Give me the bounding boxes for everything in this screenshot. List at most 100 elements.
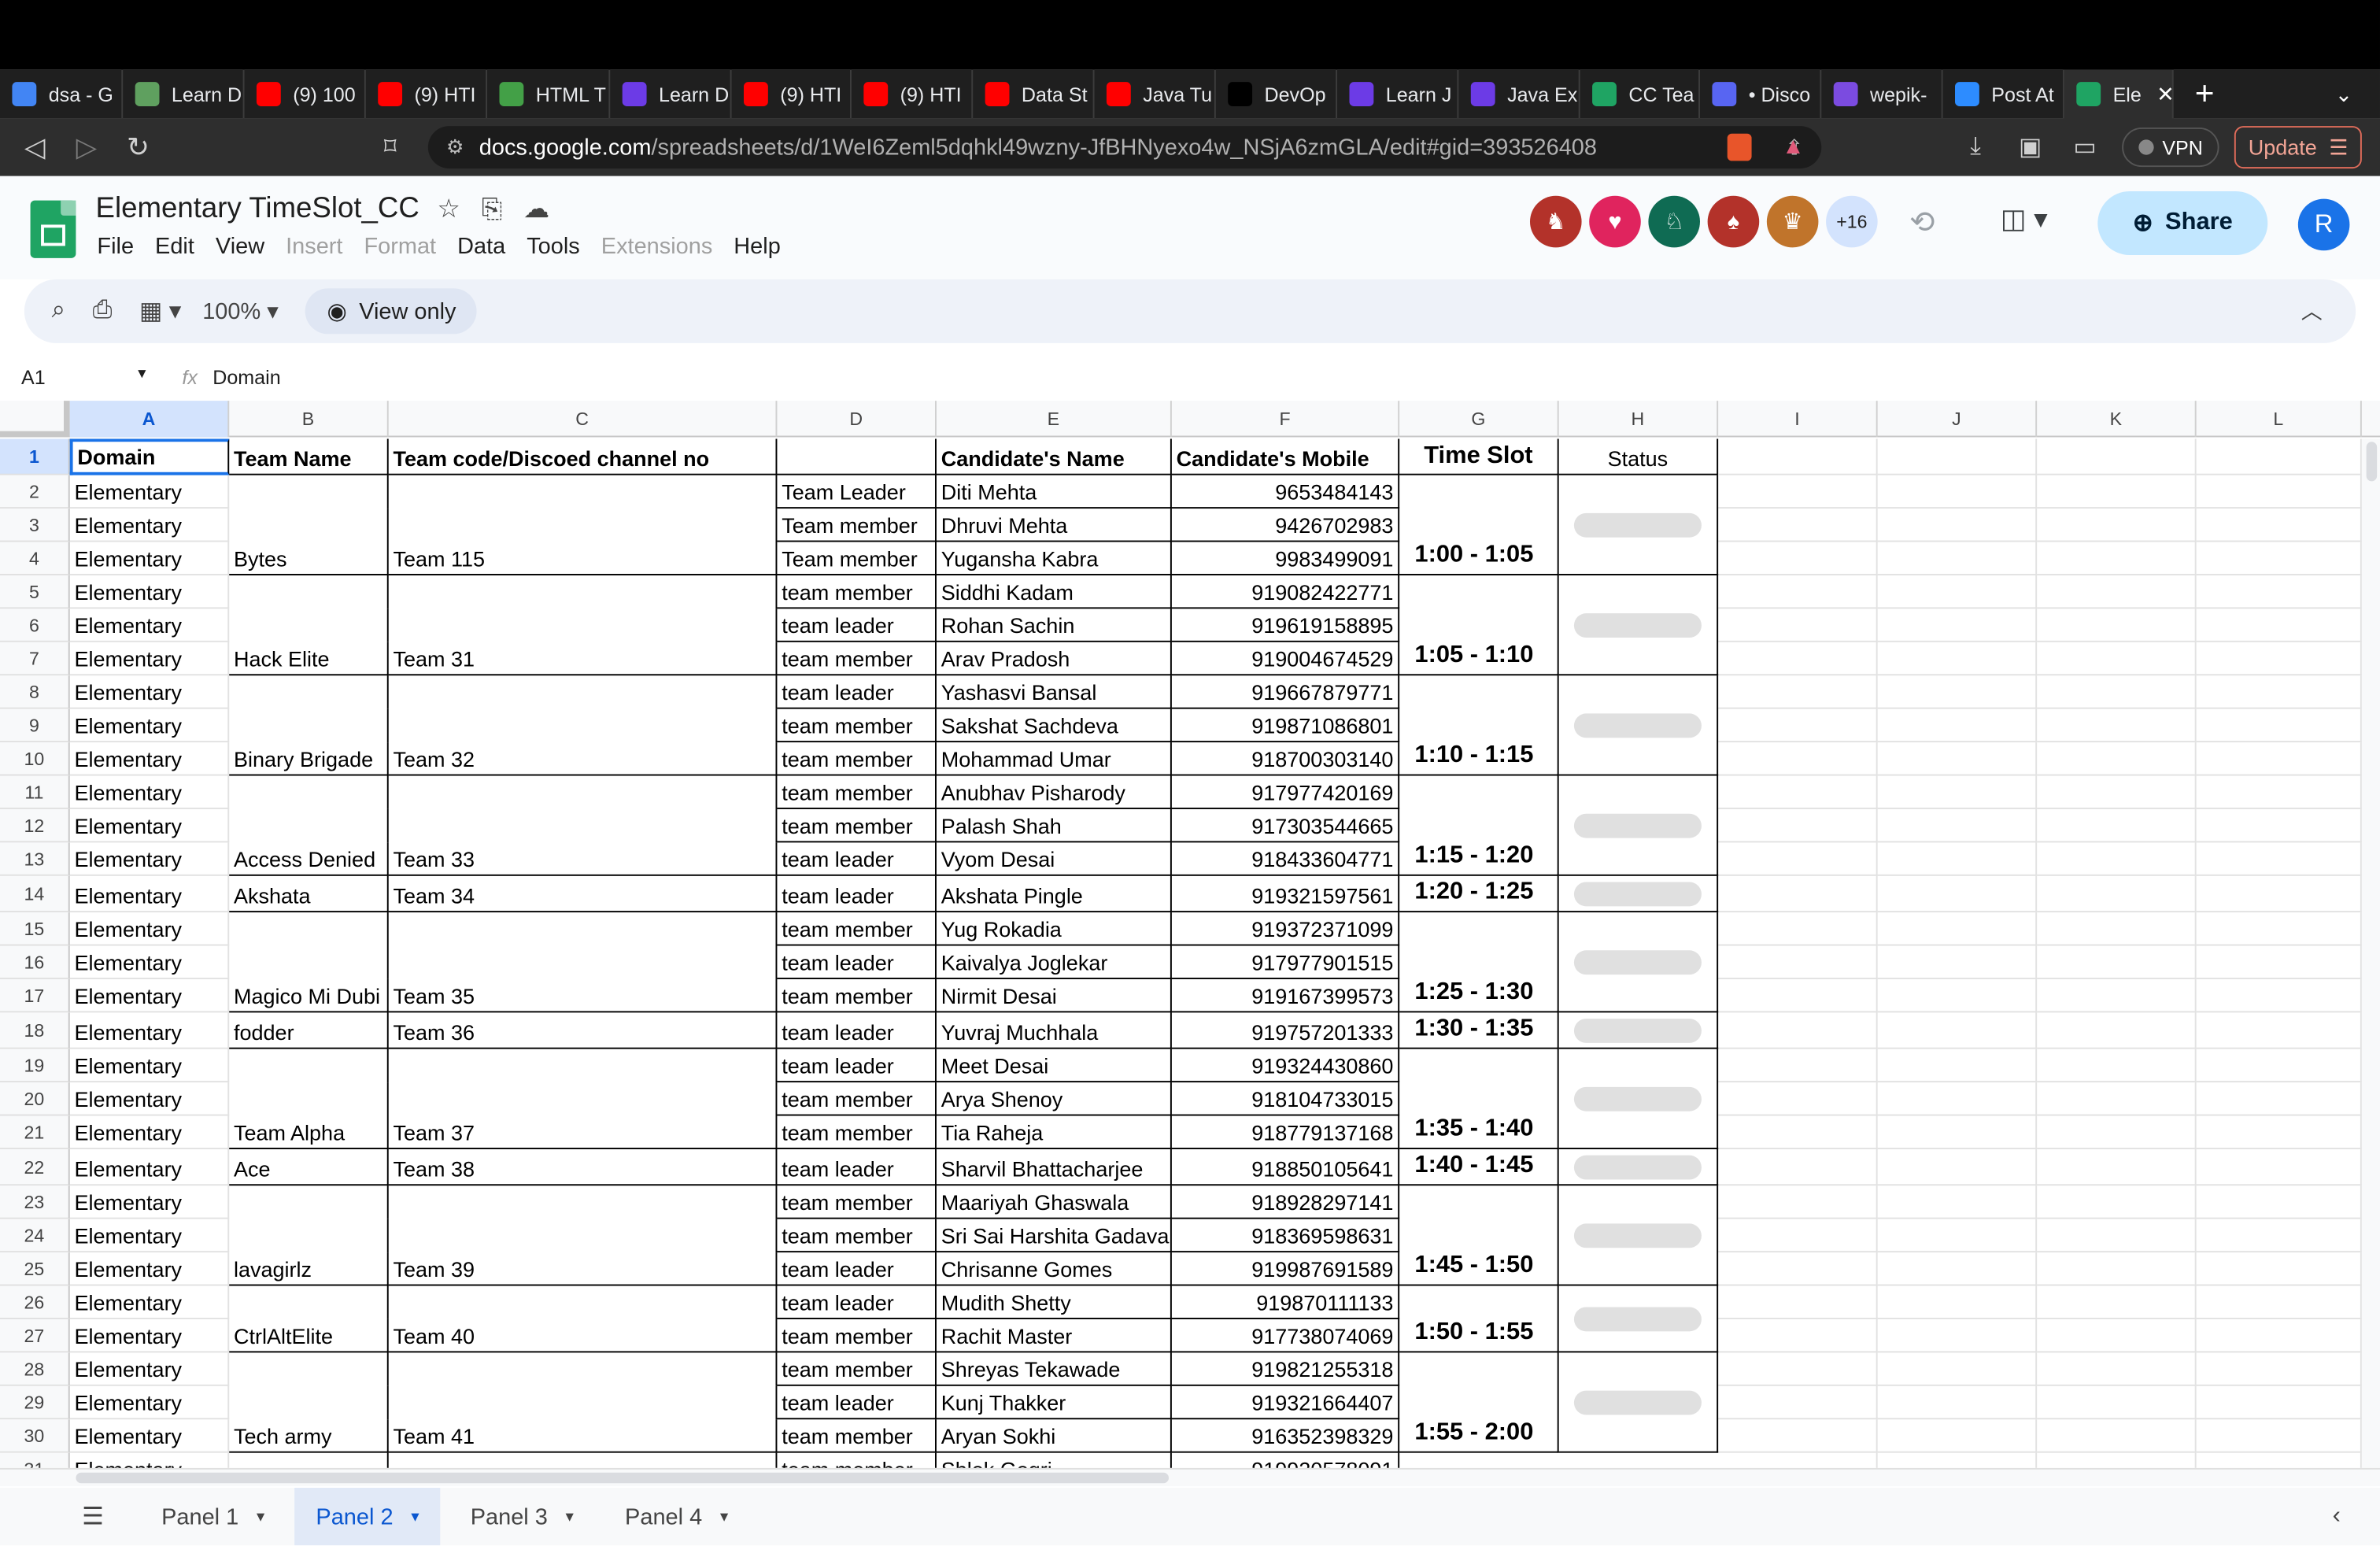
vertical-scrollbar[interactable] xyxy=(2361,438,2380,1468)
role-cell[interactable]: team member xyxy=(777,1319,937,1353)
row-header[interactable]: 16 xyxy=(0,945,70,979)
browser-tab[interactable]: Learn D xyxy=(610,69,732,119)
role-cell[interactable]: team member xyxy=(777,1115,937,1149)
empty-cell[interactable] xyxy=(2196,945,2362,979)
row-header[interactable]: 17 xyxy=(0,978,70,1013)
time-slot-cell[interactable]: 1:50 - 1:55 xyxy=(1399,1285,1559,1353)
empty-cell[interactable] xyxy=(1718,978,1878,1013)
empty-cell[interactable] xyxy=(1877,875,2038,913)
candidate-name-cell[interactable]: Sharvil Bhattacharjee xyxy=(936,1148,1172,1186)
empty-cell[interactable] xyxy=(2196,608,2362,642)
role-cell[interactable]: team member xyxy=(777,1419,937,1453)
empty-cell[interactable] xyxy=(1718,875,1878,913)
candidate-name-cell[interactable]: Shlok Gogri xyxy=(937,1452,1172,1468)
doc-title[interactable]: Elementary TimeSlot_CC xyxy=(95,193,419,226)
empty-cell[interactable] xyxy=(2196,1049,2362,1083)
row-header[interactable]: 26 xyxy=(0,1285,70,1319)
mobile-cell[interactable]: 9983499091 xyxy=(1171,542,1400,575)
candidate-name-cell[interactable]: Arav Pradosh xyxy=(936,642,1172,676)
domain-cell[interactable]: Elementary xyxy=(69,875,230,913)
empty-cell[interactable] xyxy=(1878,1452,2038,1468)
mobile-cell[interactable]: 9426702983 xyxy=(1171,509,1400,542)
domain-cell[interactable]: Elementary xyxy=(69,475,230,509)
empty-cell[interactable] xyxy=(1877,1115,2038,1149)
domain-cell[interactable]: Elementary xyxy=(69,1219,230,1253)
role-cell[interactable]: team leader xyxy=(777,1148,937,1186)
menu-help[interactable]: Help xyxy=(734,234,781,260)
role-cell[interactable]: Team member xyxy=(777,542,937,575)
vertical-scroll-thumb[interactable] xyxy=(2366,442,2378,482)
forward-icon[interactable]: ▷ xyxy=(61,131,113,163)
empty-cell[interactable] xyxy=(1877,1148,2038,1186)
role-cell[interactable]: team leader xyxy=(777,1252,937,1286)
role-cell[interactable]: team member xyxy=(777,1352,937,1386)
team-code-cell[interactable] xyxy=(389,608,778,642)
header-cell[interactable]: Status xyxy=(1558,438,1719,475)
mobile-cell[interactable]: 919167399573 xyxy=(1171,978,1400,1013)
team-code-cell[interactable] xyxy=(389,1082,778,1116)
role-cell[interactable]: team member xyxy=(777,742,937,776)
role-cell[interactable]: team member xyxy=(777,775,937,809)
domain-cell[interactable]: Elementary xyxy=(69,808,230,843)
team-code-cell[interactable]: Team 36 xyxy=(388,1012,778,1049)
empty-cell[interactable] xyxy=(1877,675,2038,709)
version-history-icon[interactable]: ⟲ xyxy=(1909,203,1935,241)
empty-cell[interactable] xyxy=(2196,1319,2362,1353)
domain-cell[interactable]: Elementary xyxy=(69,542,230,575)
status-dropdown[interactable] xyxy=(1573,1086,1702,1111)
header-cell[interactable]: Team code/Discoed channel no xyxy=(388,438,778,475)
team-code-cell[interactable]: Team 40 xyxy=(388,1319,778,1353)
row-header[interactable]: 1 xyxy=(0,438,70,475)
role-cell[interactable]: team leader xyxy=(777,675,937,709)
row-header[interactable]: 10 xyxy=(0,742,70,776)
empty-cell[interactable] xyxy=(2037,912,2197,946)
empty-cell[interactable] xyxy=(1877,438,2038,475)
empty-cell[interactable] xyxy=(1718,675,1878,709)
header-cell[interactable]: Team Name xyxy=(229,438,389,475)
empty-cell[interactable] xyxy=(1718,1049,1878,1083)
star-icon[interactable]: ☆ xyxy=(437,194,460,225)
mobile-cell[interactable]: 918369598631 xyxy=(1171,1219,1400,1253)
empty-cell[interactable] xyxy=(1877,808,2038,843)
role-cell[interactable]: team leader xyxy=(777,1285,937,1319)
empty-cell[interactable] xyxy=(1877,1049,2038,1083)
team-code-cell[interactable]: Team 31 xyxy=(388,642,778,676)
time-slot-cell[interactable]: 1:25 - 1:30 xyxy=(1399,912,1559,1013)
team-name-cell[interactable]: Hack Elite xyxy=(229,642,389,676)
column-header-g[interactable]: G xyxy=(1399,401,1559,438)
candidate-name-cell[interactable]: Yugansha Kabra xyxy=(936,542,1172,575)
row-header[interactable]: 23 xyxy=(0,1185,70,1219)
empty-cell[interactable] xyxy=(2196,1219,2362,1253)
team-name-cell[interactable] xyxy=(229,708,389,743)
team-code-cell[interactable] xyxy=(389,1285,778,1319)
empty-cell[interactable] xyxy=(1877,945,2038,979)
empty-cell[interactable] xyxy=(1718,1385,1878,1420)
column-header-d[interactable]: D xyxy=(777,401,937,438)
empty-cell[interactable] xyxy=(2037,575,2197,609)
role-cell[interactable]: team leader xyxy=(777,1385,937,1420)
time-slot-cell[interactable]: 1:30 - 1:35 xyxy=(1399,1012,1559,1049)
mobile-cell[interactable]: 9653484143 xyxy=(1171,475,1400,509)
empty-cell[interactable] xyxy=(1877,642,2038,676)
candidate-name-cell[interactable]: Tia Raheja xyxy=(936,1115,1172,1149)
row-header[interactable]: 18 xyxy=(0,1012,70,1049)
mobile-cell[interactable]: 919871086801 xyxy=(1171,708,1400,743)
empty-cell[interactable] xyxy=(2196,1012,2362,1049)
row-header[interactable]: 21 xyxy=(0,1115,70,1149)
empty-cell[interactable] xyxy=(1718,945,1878,979)
domain-cell[interactable]: Elementary xyxy=(69,1252,230,1286)
candidate-name-cell[interactable]: Sri Sai Harshita Gadavarthi xyxy=(936,1219,1172,1253)
team-name-cell[interactable]: Tech army xyxy=(229,1419,389,1453)
empty-cell[interactable] xyxy=(2196,575,2362,609)
domain-cell[interactable]: Elementary xyxy=(69,1148,230,1186)
row-header[interactable]: 30 xyxy=(0,1419,70,1453)
site-settings-icon[interactable]: ⚙ xyxy=(446,135,464,160)
team-name-cell[interactable] xyxy=(229,1082,389,1116)
empty-cell[interactable] xyxy=(1877,1012,2038,1049)
browser-tab[interactable]: CC Tea xyxy=(1580,69,1700,119)
share-button[interactable]: ⊕ Share xyxy=(2097,190,2268,255)
empty-cell[interactable] xyxy=(1718,742,1878,776)
column-header-j[interactable]: J xyxy=(1878,401,2038,438)
empty-cell[interactable] xyxy=(2196,675,2362,709)
team-name-cell[interactable]: Ace xyxy=(229,1148,389,1186)
